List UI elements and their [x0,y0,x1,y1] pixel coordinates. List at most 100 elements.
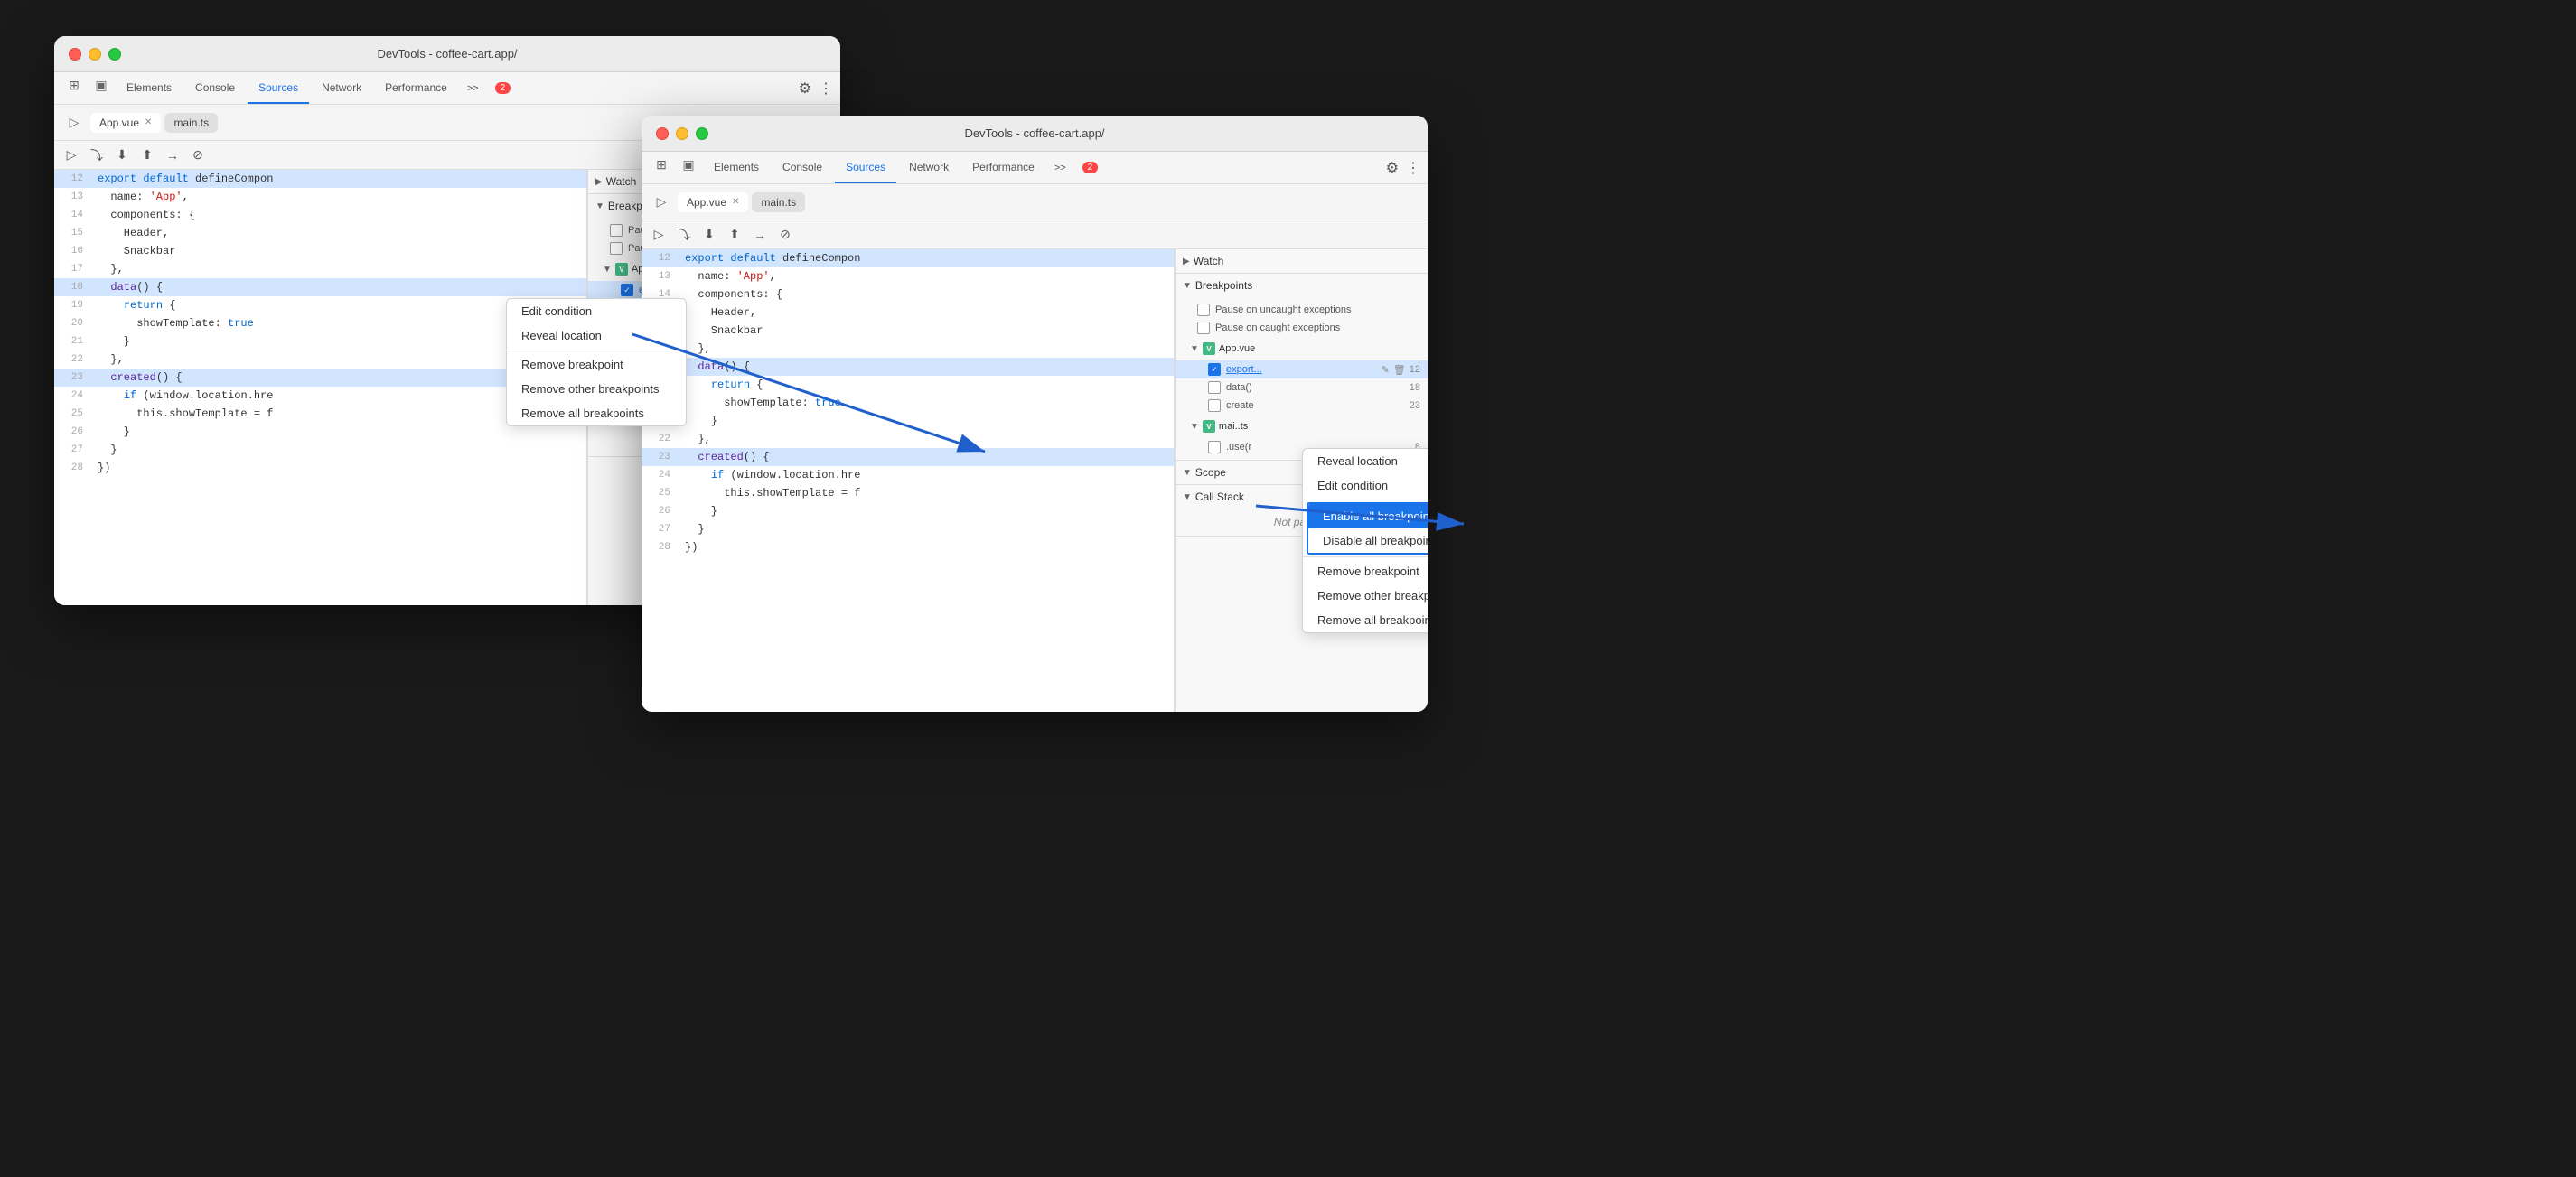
nav-badge-2: 2 [1082,162,1099,173]
step-over-btn-1[interactable]: ⤵ [87,145,107,165]
nav-tab-network-1[interactable]: Network [311,72,372,104]
file-tabs-2: ▷ App.vue ✕ main.ts [642,184,1428,220]
file-tab-close-2[interactable]: ✕ [732,197,739,207]
delete-icon-2[interactable]: 🗑 [1393,364,1406,376]
step-over-btn-2[interactable]: ⤵ [674,225,694,245]
close-button-1[interactable] [69,48,81,61]
sidebar-toggle-1[interactable]: ⊞ [61,72,87,98]
sidebar-toggle-2[interactable]: ⊞ [649,152,674,177]
ctx-edit-condition-1[interactable]: Edit condition [507,299,686,323]
pause-resume-btn-2[interactable]: ▷ [649,225,669,245]
minimize-button-2[interactable] [676,127,688,140]
edit-icon-2[interactable]: ✎ [1382,364,1390,376]
nav-tab-sources-1[interactable]: Sources [248,72,309,104]
nav-tab-console-2[interactable]: Console [772,152,833,183]
nav-tab-console-1[interactable]: Console [184,72,246,104]
pause-uncaught-checkbox-2[interactable] [1197,304,1210,316]
panel-toggle-1[interactable]: ▣ [89,72,114,98]
nav-badge-1: 2 [495,82,511,94]
breakpoint-data-2[interactable]: data() 18 [1176,378,1428,397]
code-line-12-1: 12 export default defineCompon [54,170,586,188]
panel-toggle-2[interactable]: ▣ [676,152,701,177]
deactivate-btn-2[interactable]: ⊘ [775,225,795,245]
code-line-16-2: 16 Snackbar [642,322,1174,340]
file-tab-close-1[interactable]: ✕ [145,117,152,127]
file-sidebar-toggle-2[interactable]: ▷ [649,190,674,215]
breakpoints-header-2[interactable]: ▼ Breakpoints [1176,274,1428,297]
pause-caught-checkbox-1[interactable] [610,242,623,255]
more-icon-2[interactable]: ⋮ [1406,159,1420,177]
nav-tab-elements-2[interactable]: Elements [703,152,770,183]
breakpoint-create-checkbox-2[interactable] [1208,399,1221,412]
file-tab-appvue-1[interactable]: App.vue ✕ [90,113,161,133]
step-out-btn-1[interactable]: ⬆ [137,145,157,165]
more-icon-1[interactable]: ⋮ [819,79,833,98]
maximize-button-1[interactable] [108,48,121,61]
file-tab-maints-1[interactable]: main.ts [164,113,218,133]
file-tab-maints-2[interactable]: main.ts [752,192,805,212]
close-button-2[interactable] [656,127,669,140]
code-line-23-2: 23 created() { [642,448,1174,466]
nav-badge-container-2: 2 [1079,152,1099,183]
nav-tab-performance-1[interactable]: Performance [374,72,458,104]
breakpoint-export-checkbox-2[interactable]: ✓ [1208,363,1221,376]
file-tab-appvue-2[interactable]: App.vue ✕ [678,192,748,212]
ctx-remove-bp-1[interactable]: Remove breakpoint [507,352,686,377]
code-line-24-2: 24 if (window.location.hre [642,466,1174,484]
ctx-enable-all-2[interactable]: Enable all breakpoints [1308,504,1428,528]
nav-tab-elements-1[interactable]: Elements [116,72,183,104]
step-out-btn-2[interactable]: ⬆ [725,225,745,245]
appvue-group-header-2[interactable]: ▼ V App.vue [1176,337,1428,360]
step-into-btn-2[interactable]: ⬇ [699,225,719,245]
maximize-button-2[interactable] [696,127,708,140]
breakpoint-use-checkbox-2[interactable] [1208,441,1221,453]
breakpoint-expo-checkbox-1[interactable]: ✓ [621,284,633,296]
code-line-27-2: 27 } [642,520,1174,538]
main-group-header-2[interactable]: ▼ V mai..ts [1176,415,1428,438]
ctx-reveal-location-2[interactable]: Reveal location [1303,449,1428,473]
nav-more-2[interactable]: >> [1047,152,1073,183]
toolbar-2: ▷ ⤵ ⬇ ⬆ → ⊘ [642,220,1428,249]
title-bar-2: DevTools - coffee-cart.app/ [642,116,1428,152]
step-btn-2[interactable]: → [750,225,770,245]
ctx-remove-other-2[interactable]: Remove other breakpoints [1303,584,1428,608]
pause-resume-btn-1[interactable]: ▷ [61,145,81,165]
nav-tab-performance-2[interactable]: Performance [961,152,1045,183]
ctx-divider-2b [1303,556,1428,557]
step-btn-1[interactable]: → [163,145,183,165]
breakpoint-export-2[interactable]: ✓ export... ✎ 🗑 12 [1176,360,1428,378]
minimize-button-1[interactable] [89,48,101,61]
deactivate-btn-1[interactable]: ⊘ [188,145,208,165]
watch-header-2[interactable]: ▶ Watch [1176,249,1428,273]
breakpoint-data-checkbox-2[interactable] [1208,381,1221,394]
gear-icon-2[interactable]: ⚙ [1386,159,1399,177]
pause-uncaught-item-2[interactable]: Pause on uncaught exceptions [1176,301,1428,319]
code-line-15-2: 15 Header, [642,304,1174,322]
file-sidebar-toggle-1[interactable]: ▷ [61,110,87,135]
step-into-btn-1[interactable]: ⬇ [112,145,132,165]
ctx-remove-all-1[interactable]: Remove all breakpoints [507,401,686,425]
code-line-19-2: 19 return { [642,376,1174,394]
ctx-disable-all-2[interactable]: Disable all breakpoints [1308,528,1428,553]
pause-caught-checkbox-2[interactable] [1197,322,1210,334]
pause-uncaught-checkbox-1[interactable] [610,224,623,237]
code-line-21-2: 21 } [642,412,1174,430]
nav-more-1[interactable]: >> [460,72,486,104]
ctx-remove-other-1[interactable]: Remove other breakpoints [507,377,686,401]
context-menu-1: Edit condition Reveal location Remove br… [506,298,687,426]
breakpoint-create-2[interactable]: create 23 [1176,397,1428,415]
window-title-2: DevTools - coffee-cart.app/ [964,126,1104,140]
vue-icon-1: V [615,263,628,276]
nav-tab-network-2[interactable]: Network [898,152,960,183]
ctx-reveal-location-1[interactable]: Reveal location [507,323,686,348]
ctx-remove-all-2[interactable]: Remove all breakpoints [1303,608,1428,632]
ctx-edit-condition-2[interactable]: Edit condition [1303,473,1428,498]
devtools-window-2: DevTools - coffee-cart.app/ ⊞ ▣ Elements… [642,116,1428,712]
vue-icon-main-2: V [1203,420,1215,433]
ctx-remove-bp-2[interactable]: Remove breakpoint [1303,559,1428,584]
pause-caught-item-2[interactable]: Pause on caught exceptions [1176,319,1428,337]
nav-icons-1: ⚙ ⋮ [799,72,833,104]
nav-tab-sources-2[interactable]: Sources [835,152,896,183]
gear-icon-1[interactable]: ⚙ [799,79,811,98]
window-title-1: DevTools - coffee-cart.app/ [377,47,517,61]
